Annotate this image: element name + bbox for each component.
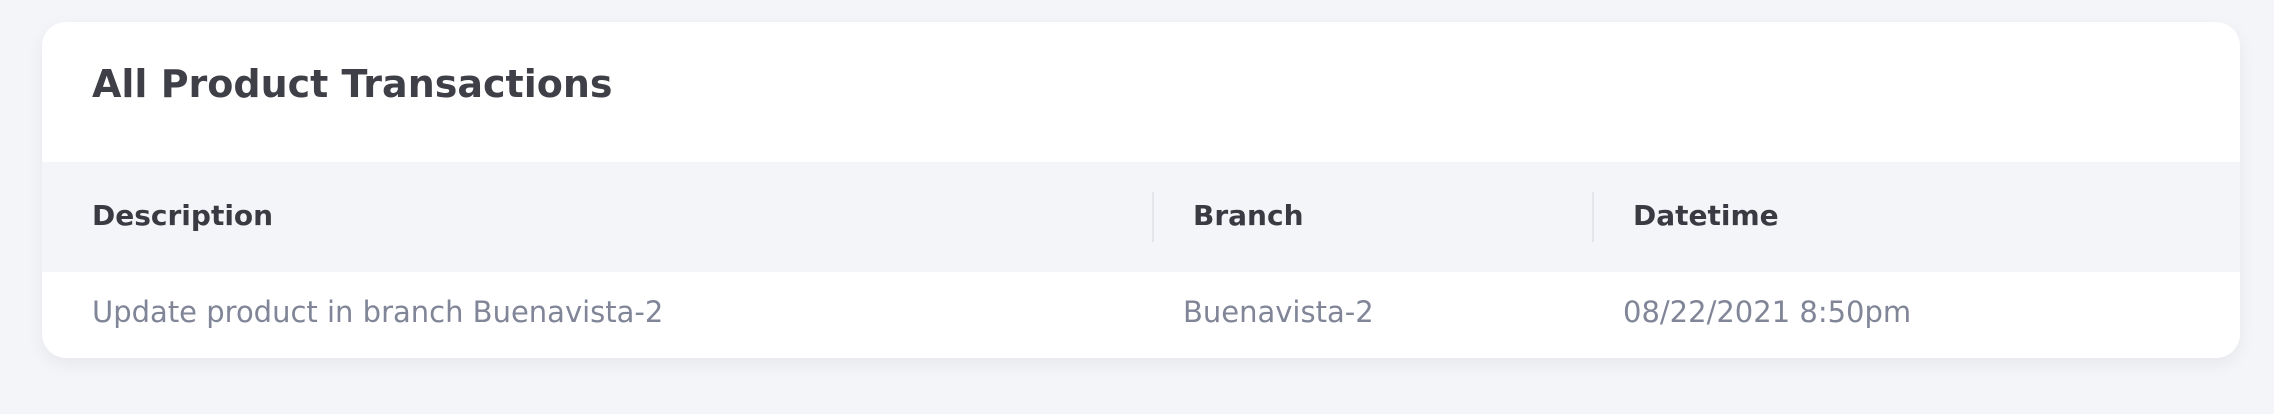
column-divider [1592,192,1594,242]
transactions-card: All Product Transactions Description Bra… [42,22,2240,358]
column-divider [1152,192,1154,242]
cell-description: Update product in branch Buenavista-2 [92,295,664,329]
column-header-description[interactable]: Description [92,198,273,234]
cell-datetime: 08/22/2021 8:50pm [1623,295,1912,329]
card-title: All Product Transactions [92,62,613,106]
column-header-branch[interactable]: Branch [1193,198,1304,234]
column-header-datetime[interactable]: Datetime [1633,198,1779,234]
cell-branch: Buenavista-2 [1183,295,1374,329]
table-row[interactable]: Update product in branch Buenavista-2 Bu… [42,272,2240,358]
table-header: Description Branch Datetime [42,162,2240,272]
